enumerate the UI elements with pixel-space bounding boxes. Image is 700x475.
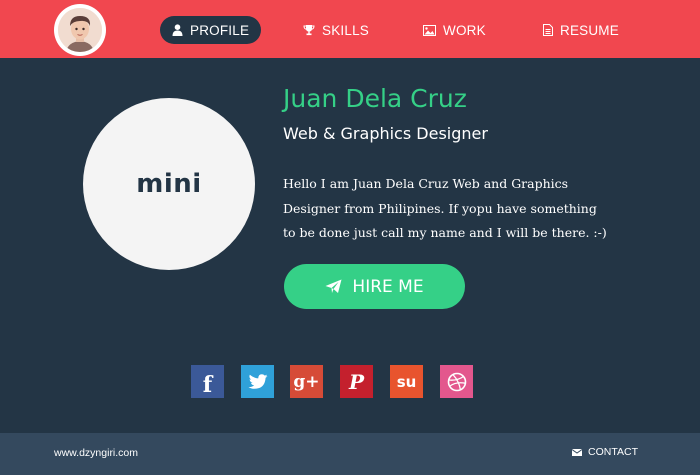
avatar[interactable] [54,4,106,56]
nav-label-work: WORK [443,22,486,38]
profile-photo-text: mini [136,169,202,199]
stumbleupon-button[interactable]: su [390,365,423,398]
hire-me-label: HIRE ME [352,276,424,297]
nav-item-profile[interactable]: PROFILE [160,16,262,44]
paper-plane-icon [325,279,342,293]
nav-item-skills[interactable]: SKILLS [303,16,369,44]
profile-bio: Hello I am Juan Dela Cruz Web and Graphi… [283,176,607,240]
stumbleupon-icon: su [396,372,417,391]
dribbble-icon [447,372,466,391]
google-plus-button[interactable]: g+ [290,365,323,398]
pinterest-button[interactable]: P [340,365,373,398]
trophy-icon [303,25,315,36]
nav-item-resume[interactable]: RESUME [543,16,619,44]
user-icon [172,24,183,36]
profile-name: Juan Dela Cruz [283,84,467,113]
envelope-icon [572,448,583,456]
contact-link[interactable]: CONTACT [572,446,638,458]
twitter-button[interactable] [241,365,274,398]
dribbble-button[interactable] [440,365,473,398]
profile-role: Web & Graphics Designer [283,124,488,143]
hire-me-button[interactable]: HIRE ME [284,264,465,309]
document-icon [543,24,553,36]
picture-icon [423,24,436,36]
facebook-icon: f [202,371,213,398]
contact-label: CONTACT [588,446,638,458]
facebook-button[interactable]: f [191,365,224,398]
nav-label-profile: PROFILE [190,22,250,38]
footer-site-link[interactable]: www.dzyngiri.com [54,447,138,459]
nav-label-resume: RESUME [560,22,619,38]
header-bar: PROFILE SKILLS WORK RESUME [0,0,700,58]
nav-item-work[interactable]: WORK [423,16,486,44]
nav-label-skills: SKILLS [322,22,369,38]
footer: www.dzyngiri.com CONTACT [0,433,700,475]
twitter-icon [248,373,267,389]
pinterest-icon: P [348,369,365,394]
profile-photo: mini [83,98,255,270]
avatar-face-icon [58,8,102,52]
google-plus-icon: g+ [293,371,320,392]
